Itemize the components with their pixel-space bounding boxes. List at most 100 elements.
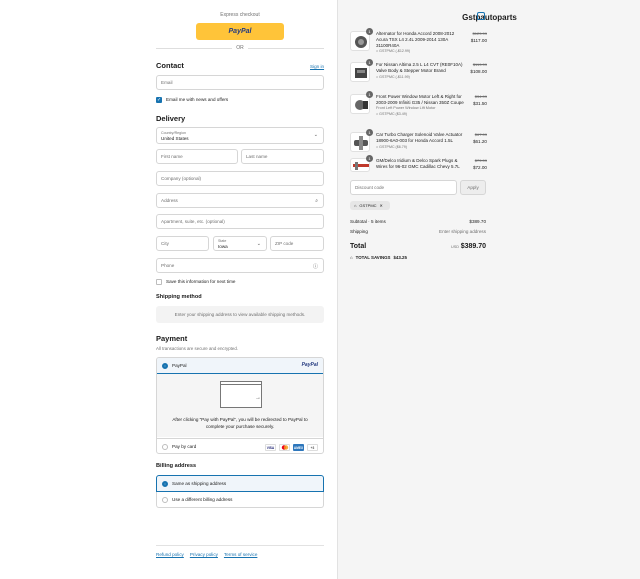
amex-icon: AMEX <box>293 444 304 451</box>
cart-item: 1 Alternator for Honda Accord 2008-2012 … <box>350 28 487 59</box>
product-name: Front Power Window Motor Left & Right fo… <box>376 94 464 117</box>
save-info-checkbox[interactable] <box>156 279 162 285</box>
subtotal-row: Subtotal · 5 items $389.70 <box>350 219 486 224</box>
paypal-express-button[interactable]: PayPal <box>196 23 284 40</box>
company-placeholder: Company (optional) <box>161 176 202 181</box>
cart-item: 1 GM/Delco Iridium & Delco Spark Plugs &… <box>350 155 487 174</box>
product-name: Car Turbo Charger Solenoid Valve Actuato… <box>376 132 463 149</box>
order-summary-panel: Gstpautoparts 1 Alternator for Honda Acc… <box>337 0 640 579</box>
country-select[interactable]: Country/Region United States ⌄ <box>156 127 324 144</box>
first-name-placeholder: First name <box>161 154 183 159</box>
discount-tag: ⌂ GSTPMC (-$12.99) <box>376 49 411 54</box>
total-value: $389.70 <box>460 243 486 250</box>
original-price: $129.99 <box>472 31 487 36</box>
phone-placeholder: Phone <box>161 263 175 268</box>
arrow-right-icon: → <box>255 395 261 401</box>
applied-code: GSTPMC <box>359 203 377 208</box>
chevron-down-icon: ⌄ <box>256 241 261 247</box>
payment-options: PayPal PayPal → After clicking “Pay with… <box>156 357 324 454</box>
company-field[interactable]: Company (optional) <box>156 171 324 186</box>
more-cards-badge: +3 <box>307 444 318 451</box>
quantity-badge: 1 <box>366 91 373 98</box>
contact-heading: Contact <box>156 61 184 70</box>
billing-different-radio[interactable] <box>162 497 168 503</box>
savings-label: TOTAL SAVINGS <box>355 255 391 260</box>
apartment-field[interactable]: Apartment, suite, etc. (optional) <box>156 214 324 229</box>
billing-same-label: Same as shipping address <box>172 481 227 486</box>
paypal-radio[interactable] <box>162 363 168 369</box>
visa-icon: VISA <box>265 444 276 451</box>
quantity-badge: 1 <box>366 155 373 162</box>
shipping-method-heading: Shipping method <box>156 294 202 300</box>
sign-in-link[interactable]: Sign in <box>310 64 324 69</box>
city-field[interactable]: City <box>156 236 209 251</box>
or-label: OR <box>236 45 244 51</box>
remove-discount-icon[interactable]: ✕ <box>380 203 383 208</box>
paypal-logo: PayPal <box>301 362 318 368</box>
savings-value: $43.25 <box>393 255 407 260</box>
shipping-method-message: Enter your shipping address to view avai… <box>174 312 306 317</box>
original-price: $34.99 <box>474 94 487 99</box>
total-label: Total <box>350 243 367 250</box>
privacy-policy-link[interactable]: Privacy policy <box>190 552 218 557</box>
terms-of-service-link[interactable]: Terms of service <box>224 552 257 557</box>
original-price: $67.99 <box>474 132 487 137</box>
first-name-field[interactable]: First name <box>156 149 238 164</box>
product-variant: Front Left Power Window Lift Motor <box>376 105 436 110</box>
refund-policy-link[interactable]: Refund policy <box>156 552 184 557</box>
billing-same-option[interactable]: Same as shipping address <box>156 475 324 492</box>
zip-field[interactable]: ZIP code <box>270 236 324 251</box>
subtotal-value: $389.70 <box>469 219 486 224</box>
payment-option-paypal[interactable]: PayPal PayPal <box>157 358 323 375</box>
product-name: GM/Delco Iridium & Delco Spark Plugs & W… <box>376 158 460 169</box>
help-icon[interactable]: ⓘ <box>313 263 318 270</box>
state-value: Iowa <box>218 244 228 249</box>
paypal-logo: PayPal <box>228 28 252 35</box>
email-news-checkbox[interactable]: ✓ <box>156 97 162 103</box>
zip-placeholder: ZIP code <box>275 241 294 246</box>
discount-tag: ⌂ GSTPMC ($6.79) <box>376 144 407 149</box>
discount-code-field[interactable]: Discount code <box>350 180 457 195</box>
footer-links: Refund policy Privacy policy Terms of se… <box>156 545 324 557</box>
card-option-label: Pay by card <box>172 444 197 449</box>
card-radio[interactable] <box>162 444 168 450</box>
last-name-placeholder: Last name <box>246 154 268 159</box>
currency-code: USD <box>450 245 459 249</box>
delivery-heading: Delivery <box>156 114 186 123</box>
quantity-badge: 1 <box>366 59 373 66</box>
save-info-label: Save this information for next time <box>166 279 236 284</box>
tag-icon: ⌂ <box>350 255 353 260</box>
state-select[interactable]: State Iowa ⌄ <box>213 236 267 251</box>
discount-tag: ⌂ GSTPMC ($3.49) <box>376 112 407 117</box>
item-price: $31.50 <box>472 101 487 106</box>
email-placeholder: Email <box>161 80 173 85</box>
total-savings: ⌂ TOTAL SAVINGS $43.25 <box>350 255 407 260</box>
billing-same-radio[interactable] <box>162 481 168 487</box>
address-placeholder: Address <box>161 198 178 203</box>
address-field[interactable]: Address ⌕ <box>156 193 324 208</box>
item-price: $72.00 <box>472 165 487 170</box>
subtotal-label: Subtotal · 5 items <box>350 219 386 224</box>
product-name: Alternator for Honda Accord 2008-2012 Ac… <box>376 31 464 55</box>
cart-item: 1 Car Turbo Charger Solenoid Valve Actua… <box>350 129 487 154</box>
apartment-placeholder: Apartment, suite, etc. (optional) <box>161 219 225 224</box>
billing-different-label: Use a different billing address <box>172 497 233 502</box>
express-checkout-label: Express checkout <box>220 12 260 18</box>
billing-heading: Billing address <box>156 463 197 469</box>
discount-code-placeholder: Discount code <box>355 185 385 190</box>
payment-option-card[interactable]: Pay by card VISA AMEX +3 <box>157 438 323 453</box>
apply-discount-button[interactable]: Apply <box>460 180 486 195</box>
phone-field[interactable]: Phone ⓘ <box>156 258 324 273</box>
email-field[interactable]: Email <box>156 75 324 90</box>
last-name-field[interactable]: Last name <box>241 149 324 164</box>
quantity-badge: 1 <box>366 28 373 35</box>
or-divider: OR <box>156 44 324 52</box>
cart-icon[interactable] <box>477 12 485 20</box>
billing-different-option[interactable]: Use a different billing address <box>156 492 324 508</box>
applied-discount-chip: ⌂ GSTPMC ✕ <box>350 201 390 210</box>
shipping-row: Shipping Enter shipping address <box>350 229 486 234</box>
original-price: $119.99 <box>472 62 487 67</box>
city-placeholder: City <box>161 241 169 246</box>
chevron-down-icon: ⌄ <box>313 132 318 138</box>
paypal-option-label: PayPal <box>172 363 187 368</box>
